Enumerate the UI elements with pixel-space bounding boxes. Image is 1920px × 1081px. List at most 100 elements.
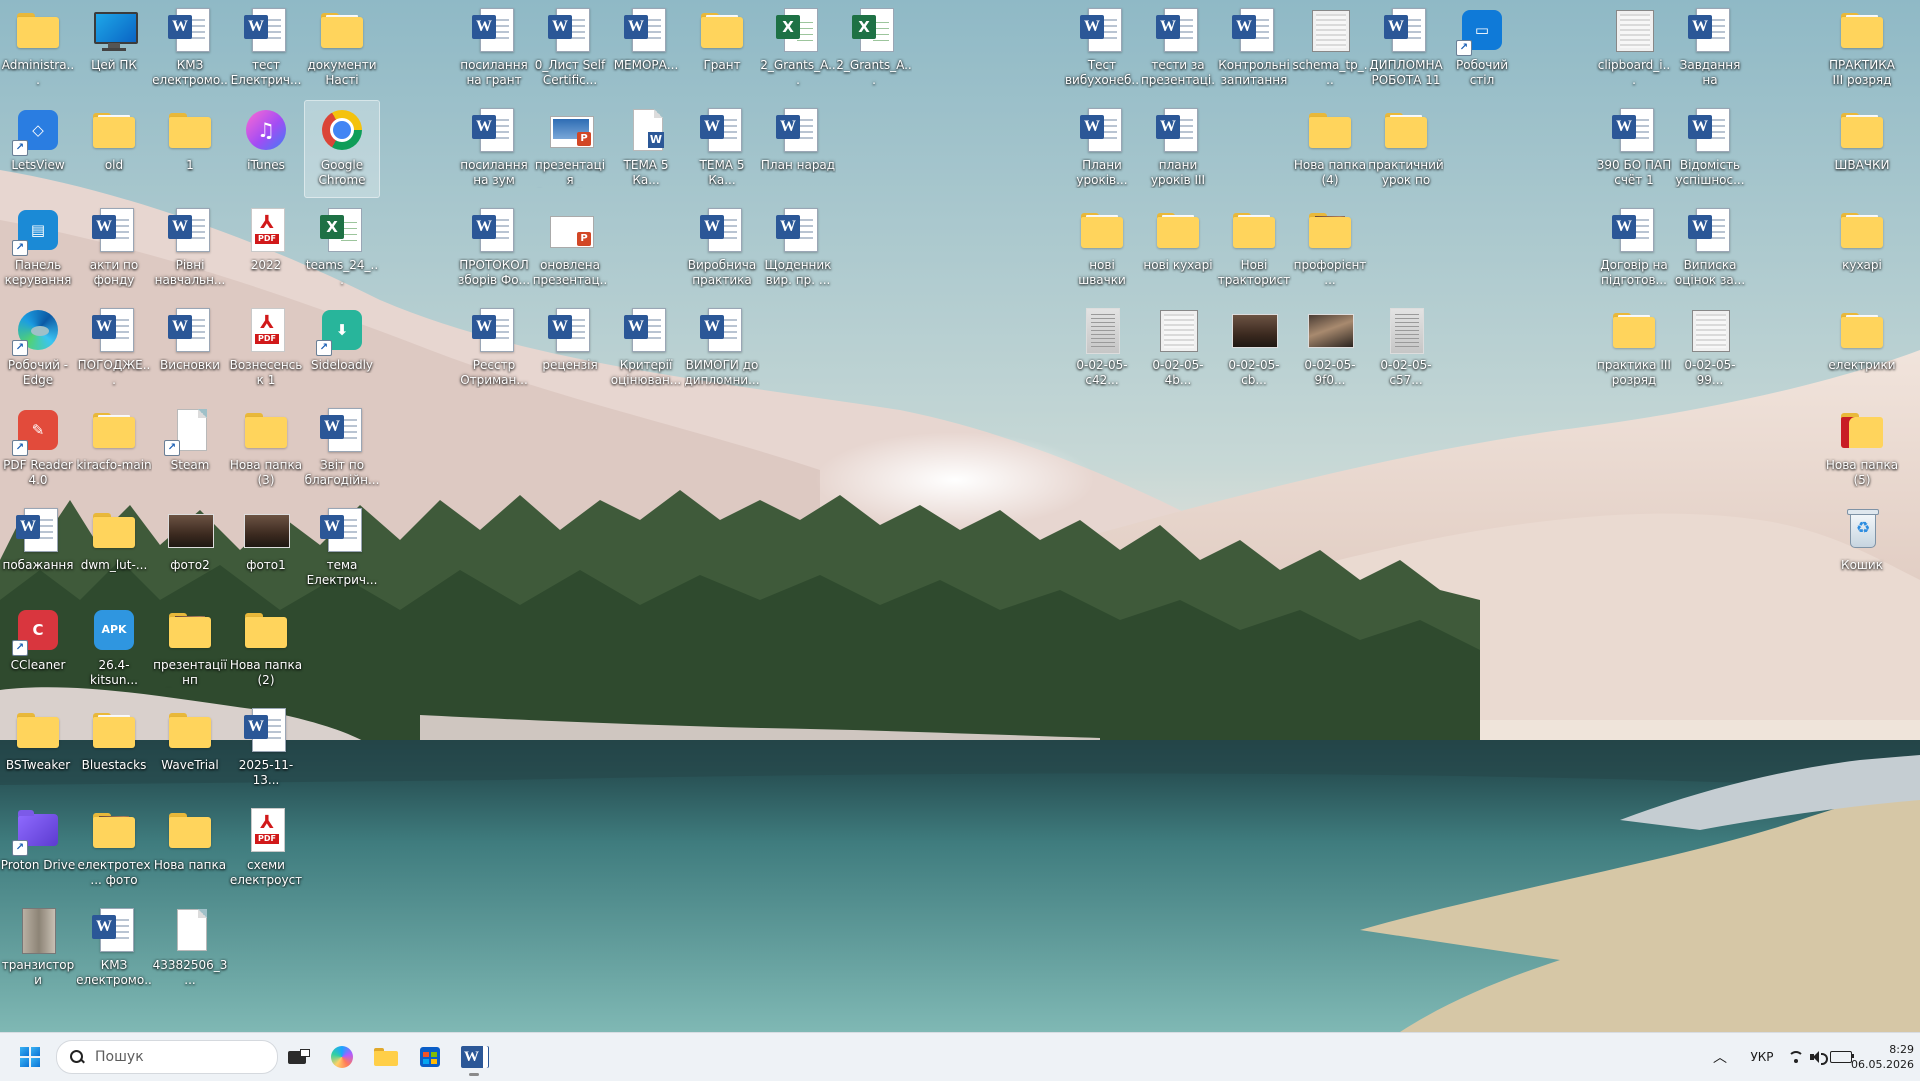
- desktop-icon-тест-електрич[interactable]: Wтест Електрич...: [228, 0, 304, 98]
- desktop-icon-практичний-урок-по-ен[interactable]: практичний урок по ен...: [1368, 100, 1444, 198]
- desktop-icon-реєстр-отриман[interactable]: W Реєстр Отриман...: [456, 300, 532, 398]
- volume-button[interactable]: [1808, 1033, 1828, 1081]
- desktop-icon-2022[interactable]: ⅄ PDF 2022: [228, 200, 304, 298]
- desktop-icon-фото2[interactable]: фото2: [152, 500, 228, 598]
- show-hidden-icons-button[interactable]: ︿: [1708, 1033, 1732, 1081]
- desktop-icon-відомість-успішнос[interactable]: W Відомість успішнос...: [1672, 100, 1748, 198]
- desktop-icon-тема-5-ка[interactable]: W ТЕМА 5 Ка...: [608, 100, 684, 198]
- desktop-icon-рецензія[interactable]: Wрецензія: [532, 300, 608, 398]
- desktop-icon-грант[interactable]: Грант: [684, 0, 760, 98]
- desktop-icon-2-grants-a[interactable]: X 2_Grants_A...: [760, 0, 836, 98]
- desktop-icon-рівні-навчальн[interactable]: W Рівні навчальн...: [152, 200, 228, 298]
- desktop-icon-критерії-оцінюван[interactable]: W Критерії оцінюван...: [608, 300, 684, 398]
- desktop-icon-0-02-05-9f0[interactable]: 0-02-05-9f0...: [1292, 300, 1368, 398]
- input-language-indicator[interactable]: УКР: [1742, 1033, 1782, 1081]
- desktop-icon-вимоги-до-дипломни[interactable]: W ВИМОГИ до дипломни...: [684, 300, 760, 398]
- desktop-icon-тема-електрич[interactable]: Wтема Електрич...: [304, 500, 380, 598]
- desktop-icon-профорієнт-електрики[interactable]: профорієнт... електрики: [1292, 200, 1368, 298]
- desktop-icon-2-grants-a[interactable]: X 2_Grants_A...: [836, 0, 912, 98]
- desktop-icon-плани-уроків[interactable]: W Плани уроків...: [1064, 100, 1140, 198]
- desktop-icon-26-4-kitsun[interactable]: APK 26.4-kitsun...: [76, 600, 152, 698]
- desktop-icon-електрики[interactable]: електрики: [1824, 300, 1900, 398]
- desktop-icon-нова-папка-3[interactable]: Нова папка (3): [228, 400, 304, 498]
- desktop-icon-щоденник-вир-пр[interactable]: W Щоденник вир. пр. ...: [760, 200, 836, 298]
- desktop-icon-побажання[interactable]: Wпобажання: [0, 500, 76, 598]
- desktop-icon-kiracfo-main[interactable]: kiracfo-main: [76, 400, 152, 498]
- desktop-icon-контрольні-запитання[interactable]: W Контрольні запитання ...: [1216, 0, 1292, 98]
- desktop-icon-нова-папка-2[interactable]: Нова папка (2): [228, 600, 304, 698]
- desktop-icon-0-02-05-c57[interactable]: 0-02-05-c57...: [1368, 300, 1444, 398]
- desktop-icon-0-лист-self-certific[interactable]: W 0_Лист Self Certific...: [532, 0, 608, 98]
- desktop-icon-мемора[interactable]: W МЕМОРА...: [608, 0, 684, 98]
- desktop-icon-administra[interactable]: Administra...: [0, 0, 76, 98]
- desktop-icon-нові-швачки-книжка[interactable]: нові швачки книжка: [1064, 200, 1140, 298]
- desktop-icon-практика-iii-розряд[interactable]: ПРАКТИКА III розряд: [1824, 0, 1900, 98]
- word-button[interactable]: W: [458, 1041, 490, 1076]
- desktop-icon-цей-пк[interactable]: Цей ПК: [76, 0, 152, 98]
- desktop-icon-old[interactable]: old: [76, 100, 152, 198]
- desktop-icon-завдання-на-поставну[interactable]: W Завдання на поставну ...: [1672, 0, 1748, 98]
- desktop-icon-виробнича-практика-1[interactable]: W Виробнича практика 1...: [684, 200, 760, 298]
- desktop-icon-нові-трактористи[interactable]: Нові трактористи: [1216, 200, 1292, 298]
- desktop-icon-посилання-на-грант[interactable]: Wпосилання на грант: [456, 0, 532, 98]
- network-button[interactable]: [1786, 1033, 1806, 1081]
- desktop-icon-вознесенськ-1[interactable]: ⅄ PDF Вознесенськ 1: [228, 300, 304, 398]
- desktop-icon-електротех-фото[interactable]: електротех... фото: [76, 800, 152, 898]
- desktop-icon-нова-папка-4[interactable]: Нова папка (4): [1292, 100, 1368, 198]
- desktop-icon-швачки[interactable]: ШВАЧКИ: [1824, 100, 1900, 198]
- desktop-icon-steam[interactable]: ↗ Steam: [152, 400, 228, 498]
- desktop-icon-тема-5-ка[interactable]: W ТЕМА 5 Ка...: [684, 100, 760, 198]
- desktop-icon-документи-насті[interactable]: документи Насті: [304, 0, 380, 98]
- desktop-icon-схеми-електроуст[interactable]: ⅄PDF схеми електроуст...: [228, 800, 304, 898]
- file-explorer-button[interactable]: [370, 1041, 402, 1073]
- desktop-icon-кмз-електромо[interactable]: W КМЗ електромо...: [76, 900, 152, 998]
- desktop-icon-ccleaner[interactable]: C ↗ CCleaner: [0, 600, 76, 698]
- desktop-icon-плани-уроків-iii-розряд[interactable]: Wплани уроків III розряд: [1140, 100, 1216, 198]
- desktop-icon-робочий-edge[interactable]: ↗ Робочий - Edge: [0, 300, 76, 398]
- desktop-icon-тести-за-презентаці[interactable]: Wтести за презентаці...: [1140, 0, 1216, 98]
- desktop-icon-кошик[interactable]: Кошик: [1824, 500, 1900, 598]
- desktop-icon-google-chrome[interactable]: Google Chrome: [304, 100, 380, 198]
- desktop-icon-itunes[interactable]: iTunes: [228, 100, 304, 198]
- copilot-button[interactable]: [326, 1041, 358, 1073]
- desktop-icon-оновлена-презентац[interactable]: Pоновлена презентац...: [532, 200, 608, 298]
- desktop-icon-дипломна-робота-11[interactable]: W ДИПЛОМНА РОБОТА 11: [1368, 0, 1444, 98]
- taskbar-search-box[interactable]: [56, 1040, 278, 1074]
- desktop-icon-sideloadly[interactable]: ⬇ ↗ Sideloadly: [304, 300, 380, 398]
- desktop-icon-clipboard-i[interactable]: clipboard_i...: [1596, 0, 1672, 98]
- desktop-icon-висновки[interactable]: W Висновки: [152, 300, 228, 398]
- desktop-icon-виписка-оцінок-за[interactable]: W Виписка оцінок за...: [1672, 200, 1748, 298]
- desktop-icon-0-02-05-99[interactable]: 0-02-05-99...: [1672, 300, 1748, 398]
- desktop-icon-teams-24[interactable]: Xteams_24_...: [304, 200, 380, 298]
- desktop-icon-schema-tp[interactable]: schema_tp_...: [1292, 0, 1368, 98]
- desktop-icon-390-бо-пап-сч-т-1-под[interactable]: W 390 БО ПАП счёт 1 под...: [1596, 100, 1672, 198]
- start-button[interactable]: [14, 1041, 46, 1073]
- desktop-icon-робочий-стіл[interactable]: ▭ ↗ Робочий стіл: [1444, 0, 1520, 98]
- desktop-icon-proton-drive[interactable]: ↗ Proton Drive: [0, 800, 76, 898]
- desktop-icon-wavetrial[interactable]: WaveTrial: [152, 700, 228, 798]
- search-input[interactable]: [93, 1048, 277, 1066]
- desktop-icon-0-02-05-cb[interactable]: 0-02-05-cb...: [1216, 300, 1292, 398]
- desktop-icon-посилання-на-зум[interactable]: Wпосилання на зум: [456, 100, 532, 198]
- desktop-icon-акти-по-фонду[interactable]: Wакти по фонду: [76, 200, 152, 298]
- desktop-icon-кухарі[interactable]: кухарі: [1824, 200, 1900, 298]
- task-view-button[interactable]: [282, 1041, 314, 1073]
- desktop-icon-нові-кухарі[interactable]: нові кухарі: [1140, 200, 1216, 298]
- desktop-icon-протокол-зборів-фо[interactable]: W ПРОТОКОЛ зборів Фо...: [456, 200, 532, 298]
- desktop-icon-pdf-reader-4-0[interactable]: ✎ ↗ PDF Reader 4.0: [0, 400, 76, 498]
- desktop-icon-0-02-05-4b[interactable]: 0-02-05-4b...: [1140, 300, 1216, 398]
- desktop-icon-презентації-нп-відкрит[interactable]: презентації нп відкрит...: [152, 600, 228, 698]
- desktop-icon-letsview[interactable]: ◇ ↗ LetsView: [0, 100, 76, 198]
- desktop-icon-bstweaker[interactable]: BSTweaker: [0, 700, 76, 798]
- desktop-icon-фото1[interactable]: фото1: [228, 500, 304, 598]
- desktop-icon-0-02-05-c42[interactable]: 0-02-05-c42...: [1064, 300, 1140, 398]
- desktop-icon-транзистори[interactable]: транзистори: [0, 900, 76, 998]
- desktop-icon-договір-на-підготов[interactable]: W Договір на підготов...: [1596, 200, 1672, 298]
- desktop-icon-план-нарад[interactable]: W План нарад: [760, 100, 836, 198]
- desktop-icon-dwm-lut[interactable]: dwm_lut-...: [76, 500, 152, 598]
- desktop-icon-кмз-електромо[interactable]: W КМЗ електромо...: [152, 0, 228, 98]
- desktop-icon-нова-папка[interactable]: Нова папка: [152, 800, 228, 898]
- desktop-icon-презентація-фотоефект[interactable]: Pпрезентація фотоефект: [532, 100, 608, 198]
- desktop-icon-панель-керування[interactable]: ▤ ↗ Панель керування: [0, 200, 76, 298]
- desktop-icon-bluestacks[interactable]: Bluestacks: [76, 700, 152, 798]
